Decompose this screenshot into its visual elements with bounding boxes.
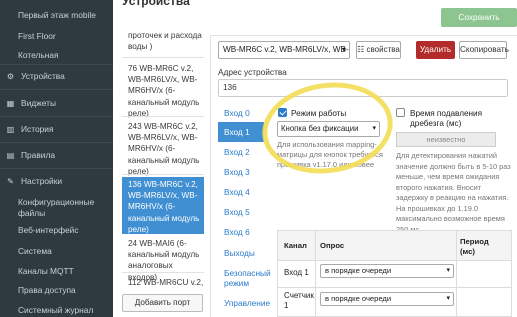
properties-button[interactable]: ☷ свойства: [356, 41, 401, 59]
sidebar-item-first-floor-mobile[interactable]: Первый этаж mobile: [0, 10, 113, 20]
sidebar-divider: [0, 116, 113, 117]
sidebar-item-history[interactable]: ▥ История: [0, 124, 113, 134]
debounce-label: Время подавления дребезга (мс): [410, 109, 483, 128]
tab-input-4[interactable]: Вход 4: [218, 187, 264, 197]
save-settings-button[interactable]: Сохранить настройки: [441, 8, 517, 41]
tab-input-1[interactable]: Вход 1: [218, 122, 264, 142]
table-header-channel: Канал: [284, 241, 307, 250]
device-list-item[interactable]: 76 WB-MR6C v.2, WB-MR6LV/x, WB-MR6HV/x (…: [122, 61, 204, 121]
address-label: Адрес устройства: [218, 67, 287, 77]
sidebar: Первый этаж mobile First Floor Котельная…: [0, 0, 113, 317]
sidebar-item-label: История: [21, 124, 54, 134]
tab-input-6[interactable]: Вход 6: [218, 227, 264, 237]
sidebar-divider: [0, 64, 113, 65]
list-divider: [122, 57, 204, 58]
gear-icon: ⚙: [6, 71, 15, 81]
sidebar-item-web-ui[interactable]: Веб-интерфейс: [0, 225, 113, 235]
device-list-item-selected[interactable]: 136 WB-MR6C v.2, WB-MR6LV/x, WB-MR6HV/x …: [122, 177, 204, 234]
tab-input-3[interactable]: Вход 3: [218, 167, 264, 177]
device-model-value: WB-MR6C v.2, WB-MR6LV/x, WB-...: [223, 45, 350, 54]
table-row-divider: [278, 287, 511, 288]
chevron-down-icon: ▾: [341, 45, 346, 54]
chevron-down-icon: ▾: [446, 267, 450, 274]
table-header-poll: Опрос: [320, 241, 345, 250]
sidebar-item-label: Настройки: [21, 176, 63, 186]
table-row-channel: Счетчик 1: [284, 291, 314, 310]
channels-table: Канал Опрос Период (мс) Вход 1 в порядке…: [277, 230, 512, 317]
list-divider: [122, 174, 204, 175]
sidebar-item-boiler-room[interactable]: Котельная: [0, 50, 113, 60]
device-model-select[interactable]: WB-MR6C v.2, WB-MR6LV/x, WB-... ▾: [218, 41, 350, 59]
file-icon: ▤: [6, 150, 15, 160]
chart-icon: ▥: [6, 124, 15, 134]
page-title: Устройства: [122, 0, 190, 8]
sidebar-item-settings[interactable]: ✎ Настройки: [0, 176, 113, 186]
list-divider: [122, 272, 204, 273]
tab-control[interactable]: Управление: [218, 298, 270, 308]
tab-input-0[interactable]: Вход 0: [218, 108, 264, 118]
sidebar-item-first-floor[interactable]: First Floor: [0, 31, 113, 41]
properties-label: свойства: [366, 45, 400, 54]
sidebar-divider: [0, 89, 113, 90]
sidebar-item-widgets[interactable]: ▦ Виджеты: [0, 98, 113, 108]
sidebar-item-label: Правила: [21, 150, 56, 160]
sidebar-item-label: Виджеты: [21, 98, 56, 108]
tab-outputs[interactable]: Выходы: [218, 248, 264, 258]
chevron-down-icon: ▾: [446, 295, 450, 302]
tab-input-2[interactable]: Вход 2: [218, 147, 264, 157]
table-row-poll-select[interactable]: в порядке очереди ▾: [320, 264, 454, 278]
table-column-divider: [315, 231, 316, 317]
table-header-period: Период (мс): [460, 237, 489, 256]
tab-input-5[interactable]: Вход 5: [218, 207, 264, 217]
sidebar-item-system[interactable]: Система: [0, 246, 113, 256]
table-column-divider: [456, 231, 457, 317]
sidebar-divider: [0, 142, 113, 143]
debounce-help-text: Для детектирования нажатий значение долж…: [396, 151, 511, 234]
widgets-icon: ▦: [6, 98, 15, 108]
poll-value: в порядке очереди: [325, 294, 392, 303]
sidebar-item-system-log[interactable]: Системный журнал: [0, 305, 113, 315]
sidebar-item-access-rights[interactable]: Права доступа: [0, 285, 113, 295]
device-list-item[interactable]: 112 WB-MR6CU v.2, WB-MR6C v.2 ...: [122, 275, 204, 289]
table-row-channel: Вход 1: [284, 268, 309, 277]
list-icon: ☷: [357, 45, 367, 54]
device-list-item[interactable]: 243 WB-MR6C v.2, WB-MR6LV/x, WB-MR6HV/x …: [122, 119, 204, 179]
sidebar-item-devices[interactable]: ⚙ Устройства: [0, 71, 113, 81]
list-divider: [122, 116, 204, 117]
debounce-checkbox[interactable]: [396, 108, 405, 117]
poll-value: в порядке очереди: [325, 266, 392, 275]
sidebar-item-label: Устройства: [21, 71, 65, 81]
sidebar-item-config-files[interactable]: Конфигурационные файлы: [0, 197, 100, 219]
sidebar-item-rules[interactable]: ▤ Правила: [0, 150, 113, 160]
copy-button[interactable]: Скопировать: [459, 41, 509, 59]
sidebar-item-mqtt-channels[interactable]: Каналы MQTT: [0, 266, 113, 276]
tab-safe-mode[interactable]: Безопасный режим: [218, 268, 272, 288]
delete-button[interactable]: Удалить: [416, 41, 455, 59]
add-port-button[interactable]: Добавить порт: [122, 294, 203, 312]
device-list-item[interactable]: проточек и расхода воды ): [122, 28, 204, 54]
sidebar-divider: [0, 168, 113, 169]
table-row-poll-select[interactable]: в порядке очереди ▾: [320, 292, 454, 306]
wrench-icon: ✎: [7, 176, 14, 186]
debounce-input[interactable]: неизвестно: [396, 132, 496, 147]
